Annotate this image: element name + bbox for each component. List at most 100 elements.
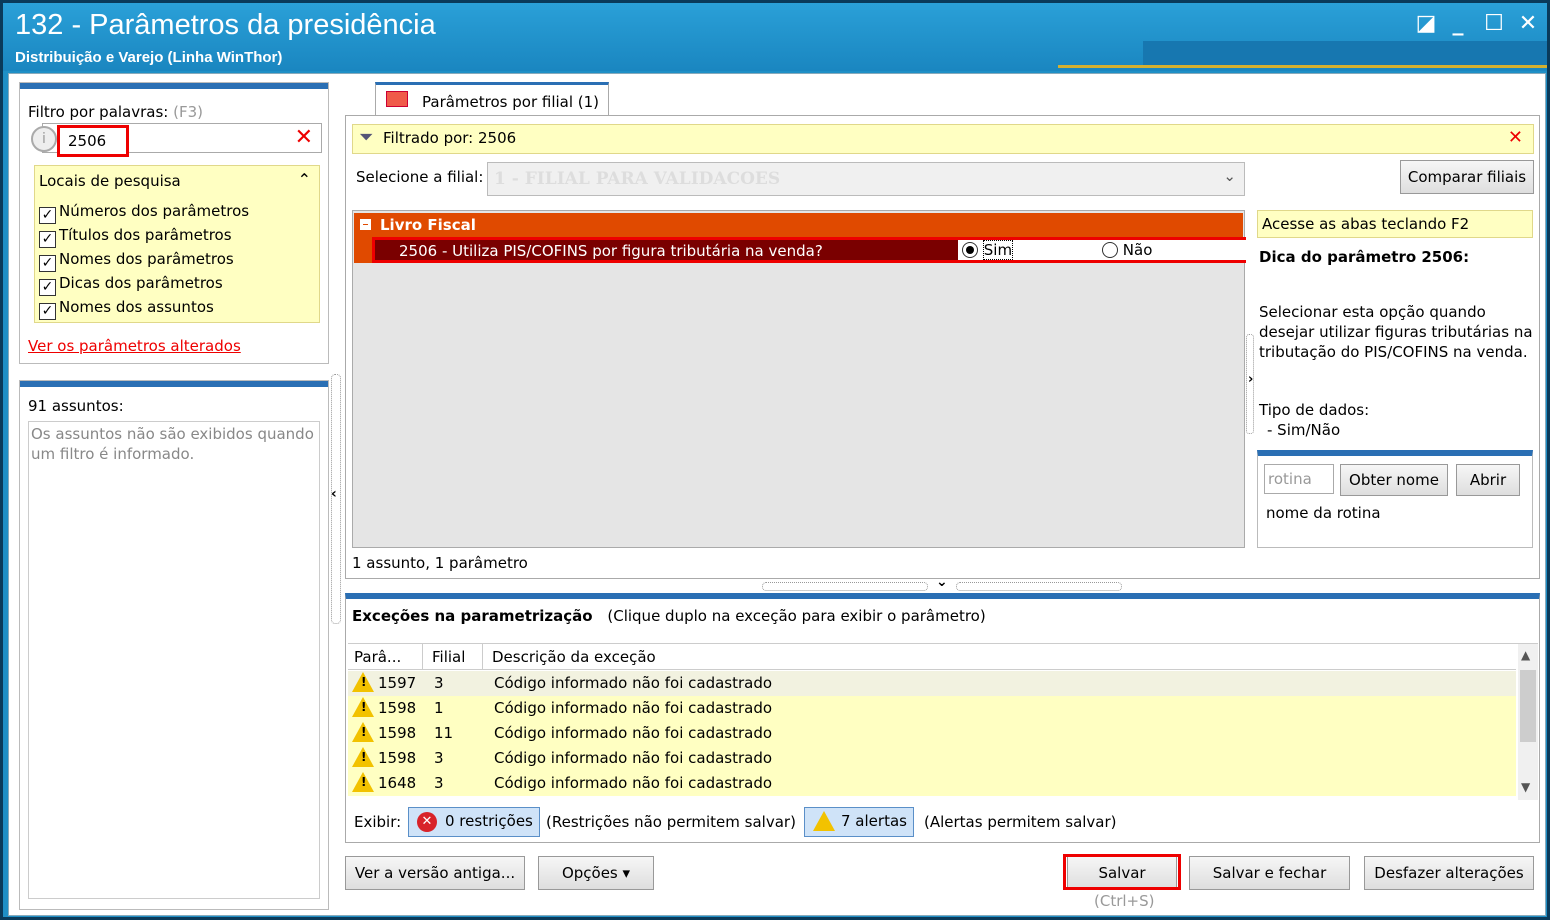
tab-parametros-por-filial[interactable]: Parâmetros por filial (1) bbox=[375, 82, 609, 116]
excecoes-panel: Exceções na parametrização (Clique duplo… bbox=[345, 593, 1540, 843]
splitter-grip[interactable] bbox=[762, 582, 928, 591]
table-row[interactable]: ! 1598 3 Código informado não foi cadast… bbox=[348, 746, 1516, 771]
row-param: 1598 bbox=[378, 749, 417, 767]
clear-filter-icon[interactable]: ✕ bbox=[1508, 127, 1523, 148]
funnel-icon: ⏷ bbox=[359, 127, 374, 148]
collapse-chevron-icon[interactable]: ⌃ bbox=[298, 170, 311, 189]
collapse-group-icon[interactable] bbox=[360, 219, 371, 230]
clear-search-icon[interactable]: ✕ bbox=[295, 125, 313, 150]
chevron-down-icon[interactable]: ⌄ bbox=[936, 574, 948, 590]
window-title: 132 - Parâmetros da presidência bbox=[15, 9, 436, 41]
scroll-down-icon[interactable]: ▼ bbox=[1521, 780, 1530, 794]
search-icon: i bbox=[31, 126, 57, 152]
radio-sim-label: Sim bbox=[982, 240, 1014, 260]
warning-mark: ! bbox=[361, 675, 367, 689]
group-header[interactable]: Livro Fiscal bbox=[354, 213, 1243, 237]
warning-mark: ! bbox=[361, 725, 367, 739]
scrollbar-thumb[interactable] bbox=[1520, 670, 1536, 742]
scroll-up-icon[interactable]: ▲ bbox=[1521, 648, 1530, 662]
panel-top-bar bbox=[20, 83, 328, 89]
radio-nao-label: Não bbox=[1122, 241, 1153, 259]
column-divider[interactable] bbox=[482, 644, 483, 670]
rotina-input[interactable]: rotina bbox=[1264, 464, 1334, 494]
dica-title: Dica do parâmetro 2506: bbox=[1259, 248, 1470, 266]
alertas-note: (Alertas permitem salvar) bbox=[924, 813, 1117, 831]
expand-right-icon[interactable]: › bbox=[1248, 372, 1253, 387]
filial-select[interactable]: 1 - FILIAL PARA VALIDACOES ⌄ bbox=[487, 162, 1245, 196]
filter-hint: (F3) bbox=[173, 103, 204, 121]
compare-filiais-button[interactable]: Comparar filiais bbox=[1400, 160, 1534, 194]
column-header-filial[interactable]: Filial bbox=[432, 648, 465, 666]
parameter-description: 2506 - Utiliza PIS/COFINS por figura tri… bbox=[399, 242, 823, 260]
radio-sim-icon[interactable] bbox=[962, 242, 978, 258]
table-row[interactable]: ! 1598 11 Código informado não foi cadas… bbox=[348, 721, 1516, 746]
column-header-param[interactable]: Parâ... bbox=[354, 648, 401, 666]
warning-mark: ! bbox=[361, 750, 367, 764]
row-filial: 3 bbox=[434, 674, 444, 692]
checkbox-label: Nomes dos parâmetros bbox=[59, 250, 234, 268]
desfazer-alteracoes-button[interactable]: Desfazer alterações bbox=[1364, 856, 1534, 890]
link-parametros-alterados[interactable]: Ver os parâmetros alterados bbox=[28, 337, 241, 355]
obter-nome-button[interactable]: Obter nome bbox=[1340, 464, 1448, 496]
collapse-left-icon[interactable]: ‹ bbox=[331, 486, 337, 502]
maximize-icon[interactable]: ☐ bbox=[1479, 11, 1509, 37]
tipo-label: Tipo de dados: bbox=[1259, 401, 1370, 419]
row-filial: 3 bbox=[434, 774, 444, 792]
filter-label: Filtro por palavras: (F3) bbox=[28, 103, 203, 121]
row-param: 1598 bbox=[378, 699, 417, 717]
table-row[interactable]: ! 1597 3 Código informado não foi cadast… bbox=[348, 671, 1516, 696]
excecoes-hint: (Clique duplo na exceção para exibir o p… bbox=[607, 607, 986, 625]
restricoes-toggle[interactable]: ✕ 0 restrições bbox=[408, 807, 540, 837]
titlebar-decoration bbox=[1143, 41, 1547, 65]
checkbox-icon[interactable]: ✓ bbox=[39, 231, 56, 248]
checkbox-dicas[interactable]: ✓ Dicas dos parâmetros bbox=[39, 272, 223, 296]
radio-nao-icon[interactable] bbox=[1102, 242, 1118, 258]
ver-versao-antiga-button[interactable]: Ver a versão antiga... bbox=[345, 856, 525, 890]
assuntos-list[interactable]: Os assuntos não são exibidos quando um f… bbox=[28, 421, 320, 899]
table-scrollbar[interactable]: ▲ ▼ bbox=[1518, 644, 1538, 800]
column-divider[interactable] bbox=[422, 644, 423, 670]
minimize-icon[interactable]: _ bbox=[1443, 11, 1473, 37]
search-input[interactable]: i 2506 ✕ bbox=[31, 123, 322, 157]
horizontal-splitter[interactable]: ⌄ bbox=[762, 574, 1122, 592]
exibir-label: Exibir: bbox=[354, 813, 402, 831]
acesse-abas-hint: Acesse as abas teclando F2 bbox=[1257, 210, 1533, 238]
restore-icon[interactable]: ◪ bbox=[1411, 11, 1441, 37]
opcoes-button[interactable]: Opções ▾ bbox=[538, 856, 654, 890]
checkbox-icon[interactable]: ✓ bbox=[39, 279, 56, 296]
status-line: 1 assunto, 1 parâmetro bbox=[352, 554, 528, 572]
alertas-toggle[interactable]: 7 alertas bbox=[804, 807, 914, 837]
app-window: 132 - Parâmetros da presidência Distribu… bbox=[0, 0, 1550, 920]
checkbox-icon[interactable]: ✓ bbox=[39, 207, 56, 224]
tipo-value: - Sim/Não bbox=[1267, 421, 1341, 439]
row-param: 1598 bbox=[378, 724, 417, 742]
tipo-dados: Tipo de dados: - Sim/Não bbox=[1259, 400, 1369, 440]
client-area: Filtro por palavras: (F3) i 2506 ✕ Locai… bbox=[8, 73, 1546, 916]
row-desc: Código informado não foi cadastrado bbox=[494, 774, 773, 792]
table-row[interactable]: ! 1598 1 Código informado não foi cadast… bbox=[348, 696, 1516, 721]
checkbox-icon[interactable]: ✓ bbox=[39, 255, 56, 272]
checkbox-titulos[interactable]: ✓ Títulos dos parâmetros bbox=[39, 224, 232, 248]
restricoes-label: 0 restrições bbox=[445, 812, 533, 830]
row-desc: Código informado não foi cadastrado bbox=[494, 699, 773, 717]
checkbox-assuntos[interactable]: ✓ Nomes dos assuntos bbox=[39, 296, 214, 320]
splitter-grip[interactable] bbox=[956, 582, 1122, 591]
alertas-label: 7 alertas bbox=[841, 812, 907, 830]
table-row[interactable]: ! 1648 3 Código informado não foi cadast… bbox=[348, 771, 1516, 796]
close-icon[interactable]: ✕ bbox=[1513, 11, 1543, 37]
column-header-descricao[interactable]: Descrição da exceção bbox=[492, 648, 656, 666]
search-value[interactable]: 2506 bbox=[57, 125, 129, 157]
checkbox-numeros[interactable]: ✓ Números dos parâmetros bbox=[39, 200, 249, 224]
warning-mark: ! bbox=[361, 775, 367, 789]
abrir-button[interactable]: Abrir bbox=[1456, 464, 1520, 496]
dica-text: Selecionar esta opção quando desejar uti… bbox=[1259, 303, 1533, 361]
checkbox-icon[interactable]: ✓ bbox=[39, 303, 56, 320]
table-header: Parâ... Filial Descrição da exceção bbox=[348, 644, 1516, 670]
excecoes-table[interactable]: Parâ... Filial Descrição da exceção ! 15… bbox=[348, 643, 1538, 800]
radio-sim[interactable]: Sim bbox=[962, 240, 1014, 260]
row-filial: 11 bbox=[434, 724, 454, 742]
parameter-row[interactable]: 2506 - Utiliza PIS/COFINS por figura tri… bbox=[354, 237, 1246, 263]
radio-nao[interactable]: Não bbox=[1102, 241, 1152, 259]
checkbox-nomes[interactable]: ✓ Nomes dos parâmetros bbox=[39, 248, 234, 272]
salvar-fechar-button[interactable]: Salvar e fechar bbox=[1189, 856, 1350, 890]
